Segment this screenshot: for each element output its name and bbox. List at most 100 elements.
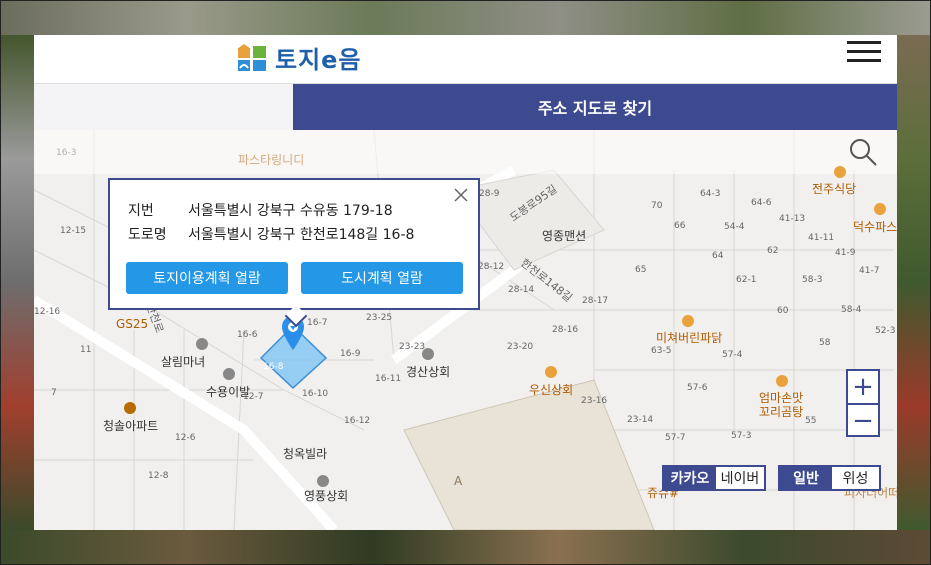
parcel-number: 12-16 — [34, 307, 61, 317]
close-icon[interactable] — [454, 188, 468, 202]
parcel-number: 11 — [80, 345, 92, 355]
map-label-cheongsol: 청솔아파트 — [103, 419, 159, 433]
zoom-out-button[interactable]: − — [848, 405, 878, 437]
logo-icon — [237, 43, 266, 71]
app-panel: 토지e음 주소 지도로 찾기 영종맨션 살림마녀 수용이발 청솔아파트 청옥빌라… — [34, 35, 897, 530]
parcel-number: 16-9 — [340, 349, 361, 359]
parcel-number: 12-6 — [175, 433, 196, 443]
general-map-button[interactable]: 일반 — [780, 467, 832, 489]
map-label-salim: 살림마녀 — [161, 355, 206, 369]
background-photo-right — [897, 35, 931, 530]
logo-text: 토지e음 — [275, 46, 362, 74]
naver-map-button[interactable]: 네이버 — [716, 467, 764, 489]
parcel-number: 41-9 — [835, 248, 856, 258]
tabbar: 주소 지도로 찾기 — [34, 84, 897, 130]
parcel-number: 28-14 — [508, 285, 535, 295]
parcel-number: 60 — [777, 306, 789, 316]
parcel-info-popup: 지번 서울특별시 강북구 수유동 179-18 도로명 서울특별시 강북구 한천로1… — [108, 178, 480, 328]
store-icon — [196, 338, 208, 350]
parcel-number: 65 — [635, 265, 647, 275]
parcel-number: 28-9 — [479, 189, 500, 199]
map-label-yeongjong: 영종맨션 — [542, 229, 587, 243]
parcel-number: 16-3 — [56, 148, 77, 158]
restaurant-icon — [874, 203, 886, 215]
map-label-deoksu: 덕수파스 — [853, 220, 897, 234]
parcel-number: 41-7 — [859, 266, 880, 276]
map-search-bar[interactable] — [34, 130, 897, 174]
parcel-number: 23-23 — [399, 342, 426, 352]
parcel-number: 28-17 — [582, 296, 609, 306]
parcel-number: 55 — [805, 416, 817, 426]
menu-icon[interactable] — [847, 41, 881, 63]
city-plan-button[interactable]: 도시계획 열람 — [301, 262, 463, 294]
parcel-number: 7 — [51, 388, 57, 398]
parcel-number: 64-3 — [700, 189, 721, 199]
store-icon — [545, 366, 557, 378]
map-type-toggle: 일반 위성 — [778, 465, 881, 491]
parcel-number: 16-12 — [344, 416, 371, 426]
road-address-row: 도로명 서울특별시 강북구 한천로148길 16-8 — [128, 224, 414, 244]
map-label-pasta: 파스타링니디 — [238, 153, 305, 167]
apartment-icon — [124, 402, 136, 414]
restaurant-icon — [776, 375, 788, 387]
background-photo-top — [0, 0, 931, 35]
parcel-number: 62-1 — [736, 275, 757, 285]
parcel-number: 57-4 — [722, 350, 743, 360]
parcel-number: 58 — [819, 338, 831, 348]
parcel-number: 66 — [674, 221, 686, 231]
map-label-jeonju: 전주식당 — [812, 182, 857, 196]
parcel-number: 58-4 — [841, 305, 862, 315]
kakao-map-button[interactable]: 카카오 — [664, 467, 716, 489]
map-provider-toggle: 카카오 네이버 — [662, 465, 766, 491]
background-photo-bottom — [0, 530, 931, 565]
map-label-gs25: GS25 — [116, 317, 149, 331]
header: 토지e음 — [34, 35, 897, 84]
parcel-number: 28-12 — [478, 262, 505, 272]
parcel-number: 23-20 — [507, 342, 534, 352]
jibun-row: 지번 서울특별시 강북구 수유동 179-18 — [128, 200, 393, 220]
parcel-number: 12-8 — [148, 471, 169, 481]
parcel-number: 64-6 — [751, 198, 772, 208]
parcel-number: 12-7 — [243, 392, 264, 402]
parcel-number: 16-6 — [237, 330, 258, 340]
store-icon — [317, 475, 329, 487]
road-address-label: 도로명 — [128, 227, 167, 243]
parcel-number: 12-15 — [60, 226, 87, 236]
jibun-value: 서울특별시 강북구 수유동 179-18 — [188, 203, 393, 219]
parcel-number: 70 — [651, 201, 663, 211]
map-label-usin: 우신상회 — [529, 383, 574, 397]
map-label-cheongok: 청옥빌라 — [283, 447, 328, 461]
parcel-number: 16-7 — [307, 318, 328, 328]
parcel-number: 63-5 — [651, 346, 672, 356]
restaurant-icon — [834, 166, 846, 178]
parcel-number: 28-16 — [552, 325, 579, 335]
parcel-number: 62 — [767, 246, 779, 256]
map-view[interactable]: 영종맨션 살림마녀 수용이발 청솔아파트 청옥빌라 영풍상회 경산상회 우신상회… — [34, 130, 897, 530]
parcel-number: 23-25 — [366, 313, 393, 323]
map-label-kkori: 꼬리곰탕 — [759, 405, 804, 419]
parcel-number: 41-11 — [808, 233, 835, 243]
zoom-in-button[interactable]: + — [848, 371, 878, 405]
parcel-number: 23-14 — [627, 415, 654, 425]
parcel-number: 57-6 — [687, 383, 708, 393]
land-use-plan-button[interactable]: 토지이용계획 열람 — [126, 262, 288, 294]
parcel-number: 58-3 — [802, 275, 823, 285]
parcel-number: 64 — [712, 251, 724, 261]
tab-address-map-search[interactable]: 주소 지도로 찾기 — [293, 84, 897, 130]
parcel-number: 41-13 — [779, 214, 806, 224]
map-label-yeongpung: 영풍상회 — [304, 489, 349, 503]
satellite-map-button[interactable]: 위성 — [832, 467, 879, 489]
zoom-control: + − — [846, 369, 880, 437]
parcel-number: 57-7 — [665, 433, 686, 443]
logo[interactable]: 토지e음 — [237, 40, 362, 75]
jibun-label: 지번 — [128, 203, 154, 219]
parcel-number: 16-11 — [375, 374, 402, 384]
map-label-micheo: 미쳐버린파닭 — [656, 331, 723, 345]
parcel-number-selected: 16-8 — [263, 362, 284, 372]
search-icon[interactable] — [849, 138, 877, 166]
parcel-number: 23-16 — [581, 396, 608, 406]
road-address-value: 서울특별시 강북구 한천로148길 16-8 — [188, 227, 415, 243]
background-photo-left — [0, 35, 34, 530]
map-label-gyeongsan: 경산상회 — [406, 365, 451, 379]
restaurant-icon — [682, 315, 694, 327]
